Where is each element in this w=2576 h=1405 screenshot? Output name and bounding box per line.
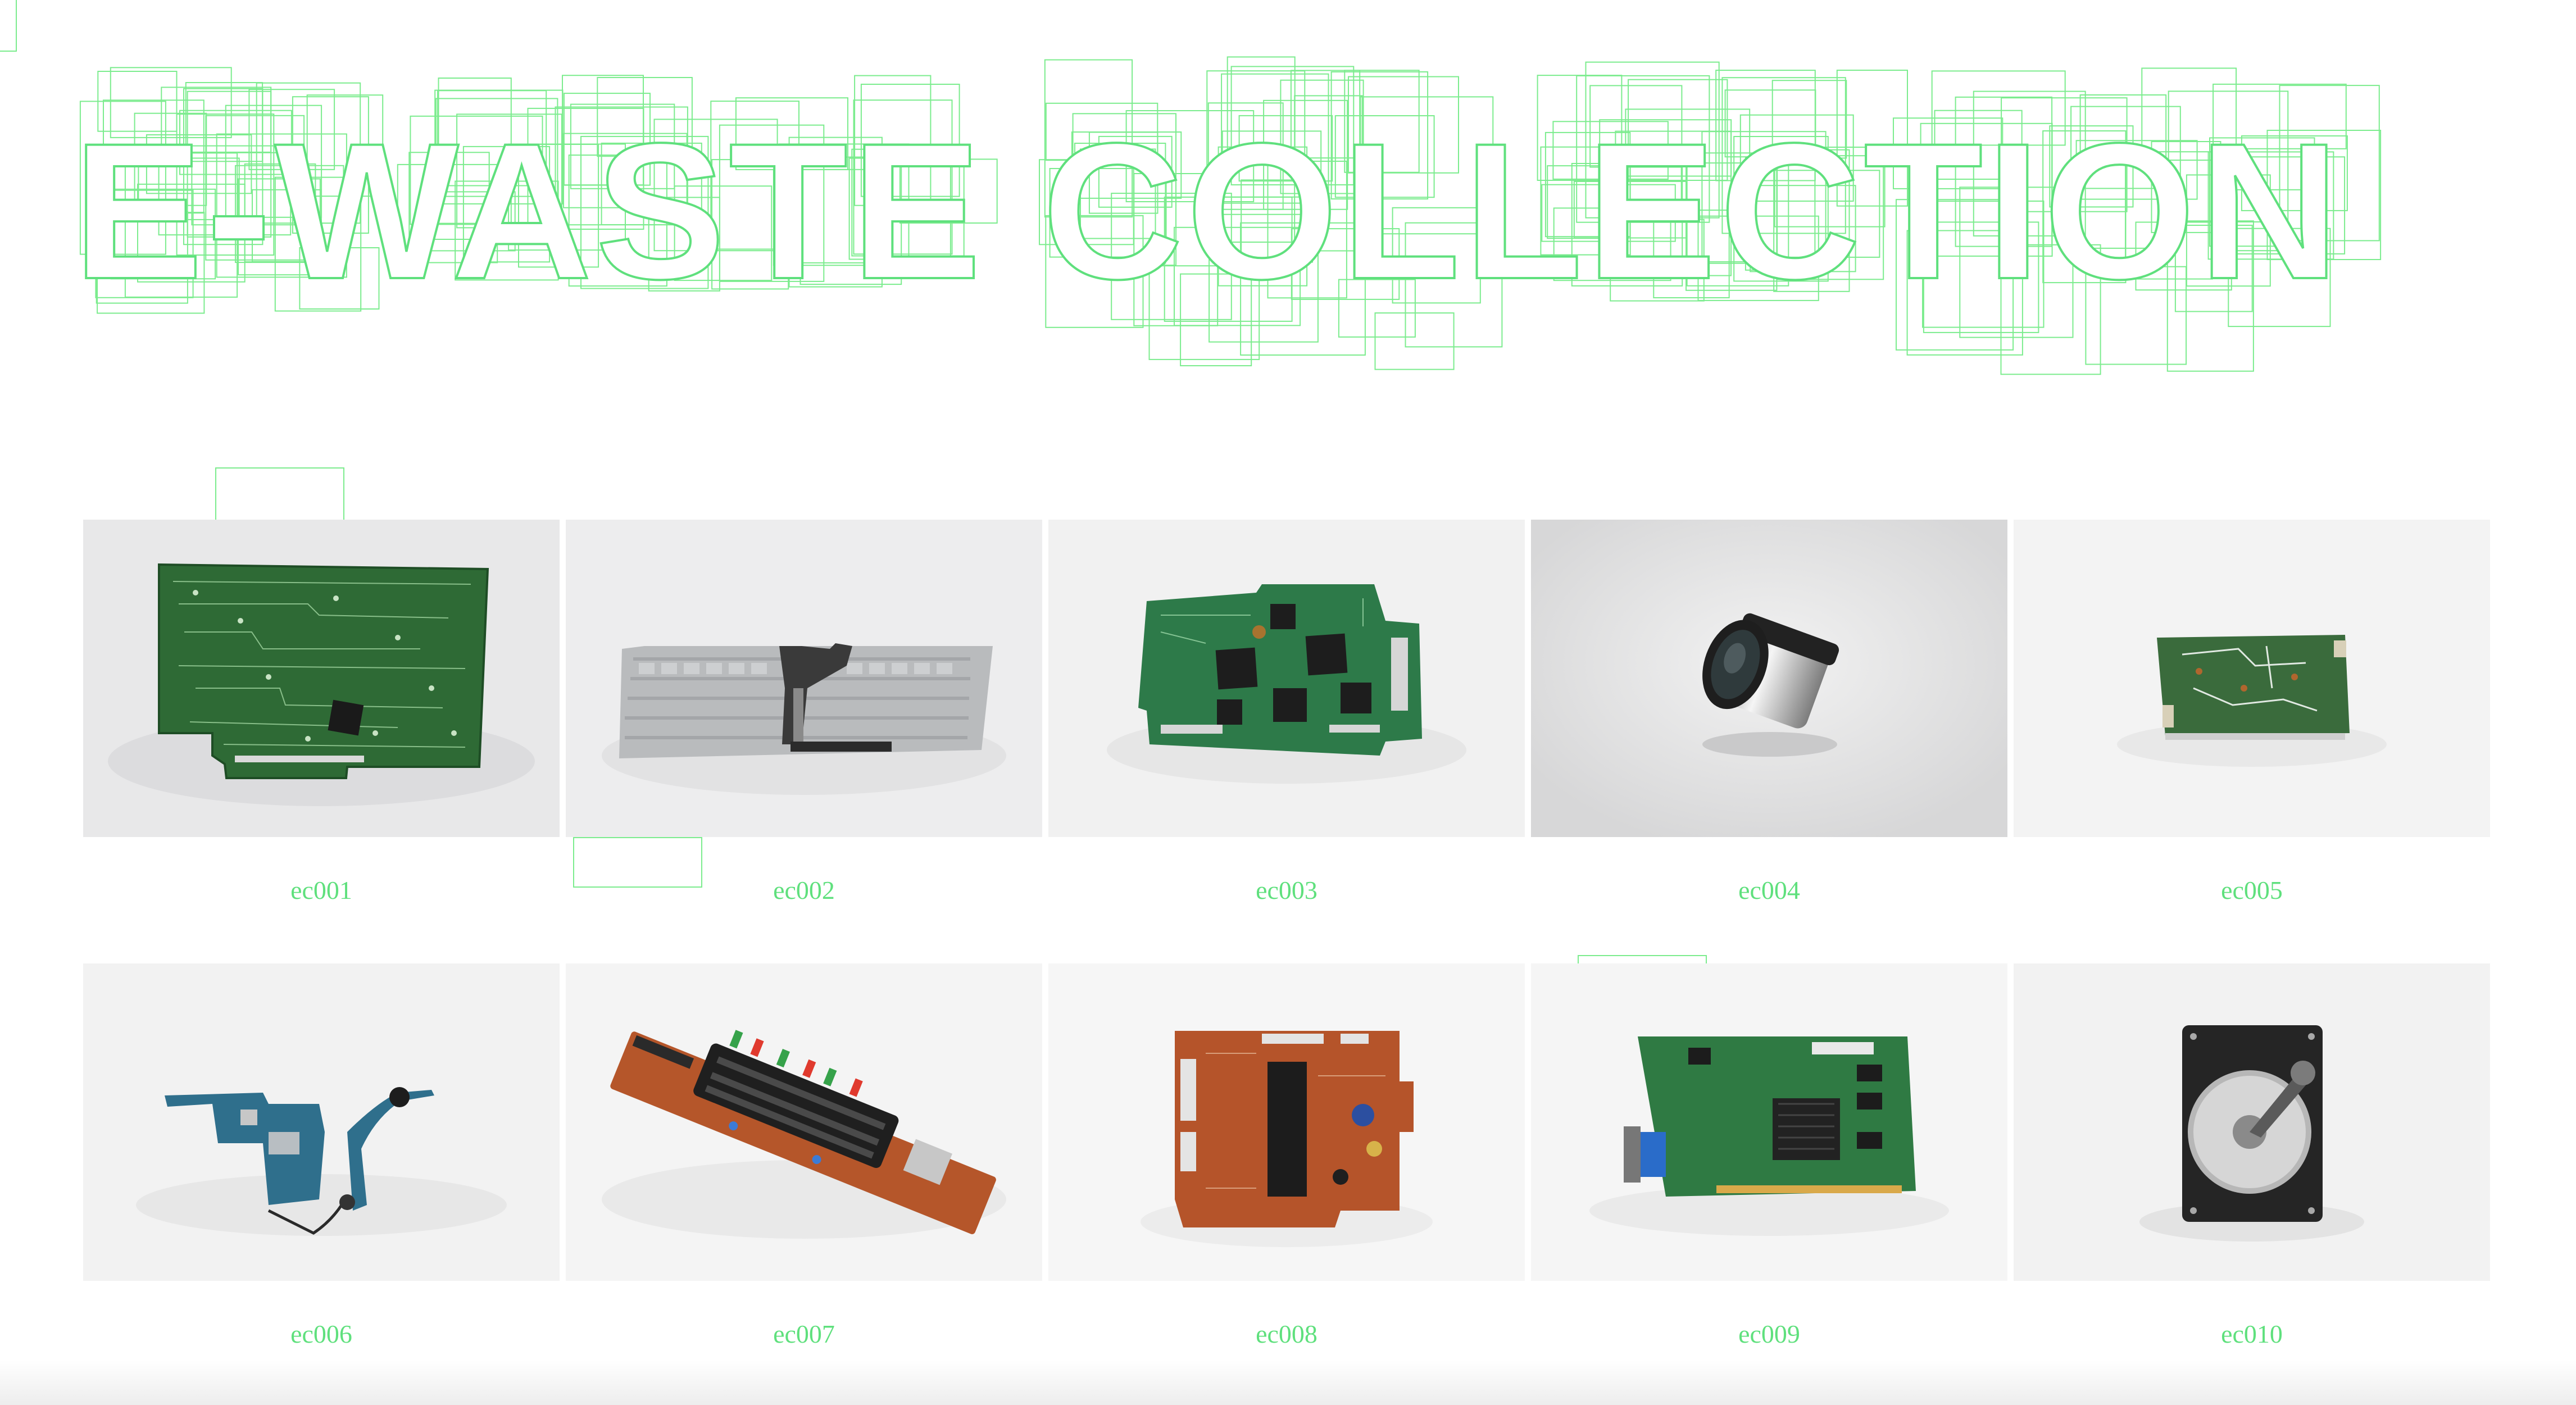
hard-drive-image [2014,963,2490,1281]
item-label[interactable]: ec010 [2014,1321,2490,1347]
item-label[interactable]: ec003 [1048,877,1525,903]
circuit-board-image [83,520,560,837]
keyboard-image [566,520,1042,837]
display-board-image [566,963,1042,1281]
item-label[interactable]: ec002 [566,877,1042,903]
item-label[interactable]: ec008 [1048,1321,1525,1347]
item-label[interactable]: ec001 [83,877,560,903]
circuit-board-image [1048,520,1525,837]
circuit-board-image [1048,963,1525,1281]
site-header: E-WASTE COLLECTION [0,0,2576,427]
item-label[interactable]: ec006 [83,1321,560,1347]
gallery-item-ec008[interactable] [1048,963,1525,1281]
item-label[interactable]: ec005 [2014,877,2490,903]
gallery-item-ec005[interactable] [2014,520,2490,837]
gallery-item-ec003[interactable] [1048,520,1525,837]
gallery-item-ec009[interactable] [1531,963,2007,1281]
gallery-item-ec007[interactable] [566,963,1042,1281]
power-board-image [2014,520,2490,837]
page-title: E-WASTE COLLECTION [73,103,2343,320]
gallery-item-ec001[interactable] [83,520,560,837]
gallery-item-ec004[interactable] [1531,520,2007,837]
item-label[interactable]: ec007 [566,1321,1042,1347]
deco-frame [215,467,344,521]
phone-board-image [83,963,560,1281]
gallery-item-ec010[interactable] [2014,963,2490,1281]
gallery-item-ec006[interactable] [83,963,560,1281]
item-label[interactable]: ec004 [1531,877,2007,903]
bottom-fade [0,1360,2576,1405]
title-decoration: E-WASTE COLLECTION [72,56,2382,375]
item-label[interactable]: ec009 [1531,1321,2007,1347]
title-deco-rect [1374,312,1455,370]
page: E-WASTE COLLECTION ec001 ec002 ec003 ec0… [0,0,2576,1405]
camera-lens-image [1531,520,2007,837]
graphics-card-image [1531,963,2007,1281]
gallery-item-ec002[interactable] [566,520,1042,837]
